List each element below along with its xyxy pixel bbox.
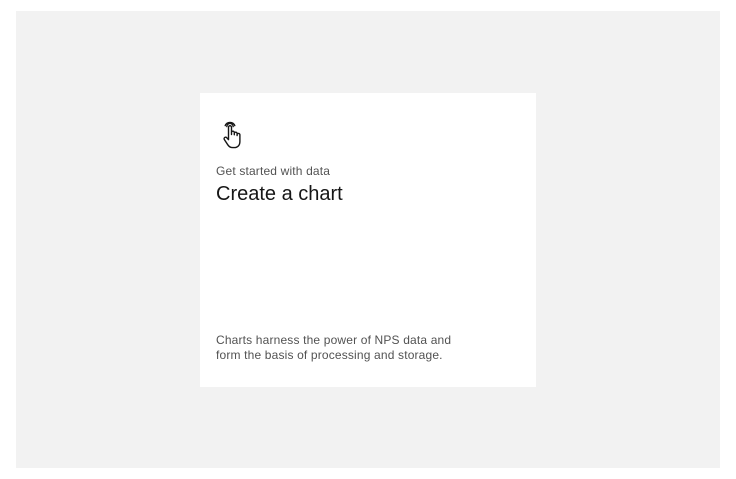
create-chart-tile[interactable]: Get started with data Create a chart Cha… <box>200 93 536 387</box>
tile-description-line: form the basis of processing and storage… <box>216 348 443 362</box>
tile-description-line: Charts harness the power of NPS data and <box>216 333 452 347</box>
touch-pointer-icon <box>217 117 247 149</box>
canvas-area: Get started with data Create a chart Cha… <box>16 11 720 468</box>
tile-description: Charts harness the power of NPS data and… <box>216 333 466 363</box>
tile-eyebrow: Get started with data <box>216 164 331 178</box>
tile-title: Create a chart <box>216 183 343 205</box>
